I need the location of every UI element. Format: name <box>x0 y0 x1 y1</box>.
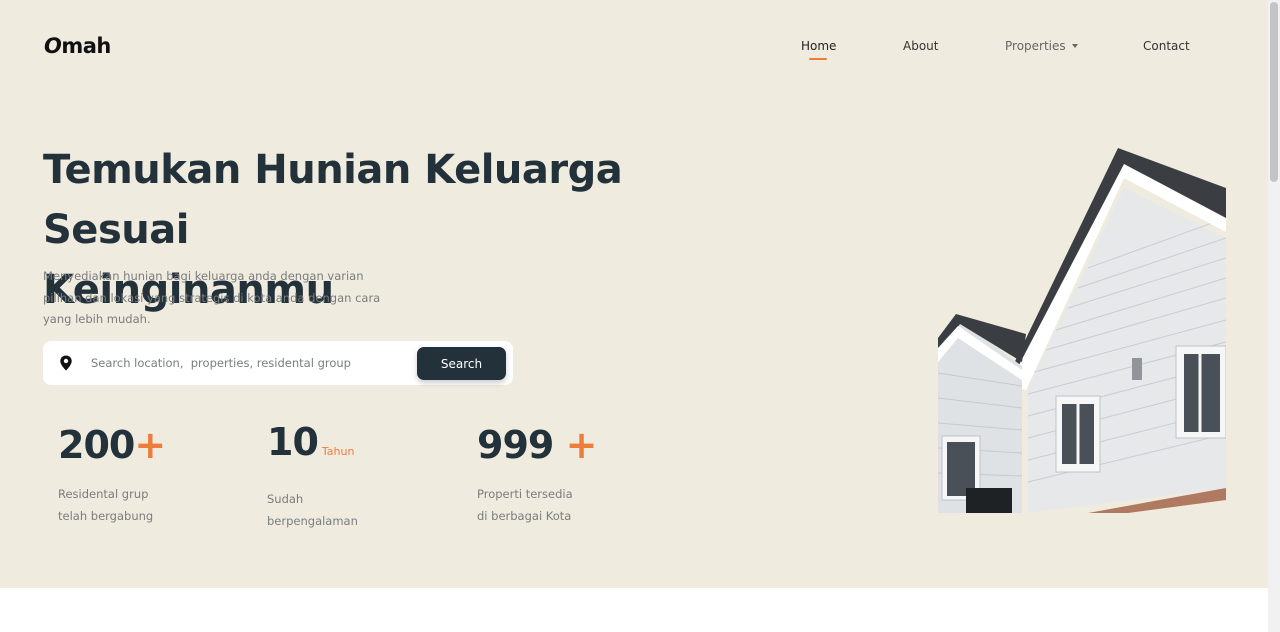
hero-desc-line-1: Menyediakan hunian bagi keluarga anda de… <box>43 269 364 283</box>
nav-home[interactable]: Home <box>801 39 836 53</box>
nav-properties-dropdown[interactable]: Properties <box>1005 39 1078 53</box>
stat-residental-label: Residental grup telah bergabung <box>58 484 153 527</box>
hero-desc-line-3: yang lebih mudah. <box>43 312 151 326</box>
stat-label-line: telah bergabung <box>58 508 154 523</box>
logo-o: O <box>44 34 62 58</box>
stat-plus: + <box>134 423 166 467</box>
hero-description: Menyediakan hunian bagi keluarga anda de… <box>43 266 393 331</box>
stat-label-line: Sudah <box>267 492 304 506</box>
page-scrollbar[interactable] <box>1268 0 1280 632</box>
stat-properties-label: Properti tersedia di berbagai Kota <box>477 484 573 527</box>
next-section <box>0 588 1268 632</box>
stat-label-line: Residental grup <box>58 487 149 501</box>
hero-title-line-1: Temukan Hunian Keluarga Sesuai <box>43 147 623 253</box>
caret-down-icon <box>1071 44 1078 48</box>
search-button[interactable]: Search <box>417 347 506 380</box>
stat-residental-number: 200+ <box>58 423 166 467</box>
stat-plus: + <box>565 423 598 467</box>
map-pin-icon <box>60 355 72 371</box>
stat-value: 10 <box>267 420 319 464</box>
nav-active-indicator <box>809 58 827 60</box>
hero-desc-line-2: pilihan dan lokasi yang strategis di kot… <box>43 290 381 305</box>
logo-text: mah <box>61 34 111 58</box>
nav-contact[interactable]: Contact <box>1143 39 1190 53</box>
search-bar: Search <box>43 341 513 385</box>
stat-value: 999 <box>477 423 554 467</box>
search-input[interactable] <box>91 353 411 373</box>
stat-label-line: berpengalaman <box>267 513 358 528</box>
stat-label-line: Properti tersedia <box>477 487 573 501</box>
stat-experience-number: 10 Tahun <box>267 420 354 464</box>
stat-experience-label: Sudah berpengalaman <box>267 489 358 532</box>
house-image <box>938 148 1226 513</box>
nav-properties-label: Properties <box>1005 39 1066 53</box>
brand-logo[interactable]: Omah <box>44 34 111 58</box>
nav-about[interactable]: About <box>903 39 938 53</box>
stat-unit: Tahun <box>321 445 355 458</box>
scrollbar-thumb[interactable] <box>1270 2 1278 182</box>
stat-properties-number: 999 + <box>477 423 598 467</box>
stat-label-line: di berbagai Kota <box>477 508 572 523</box>
stat-value: 200 <box>58 423 135 467</box>
